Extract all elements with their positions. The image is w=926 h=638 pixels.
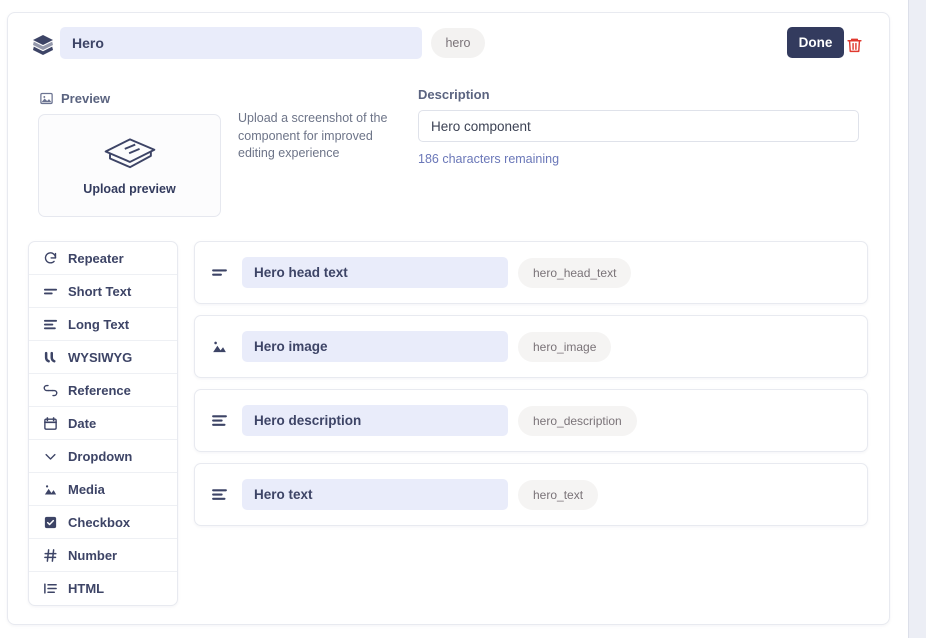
upload-help-text: Upload a screenshot of the component for… (238, 110, 406, 163)
preview-label-text: Preview (61, 91, 110, 106)
long-text-icon[interactable] (211, 486, 228, 503)
link-icon (43, 383, 58, 398)
field-type-item-date[interactable]: Date (29, 407, 177, 440)
field-slug-text: hero_head_text (533, 266, 616, 280)
field-row: hero_head_text (194, 241, 868, 304)
component-title-input[interactable] (60, 27, 422, 59)
field-type-item-wysiwyg[interactable]: WYSIWYG (29, 341, 177, 374)
repeat-icon (43, 251, 58, 266)
field-type-item-short-text[interactable]: Short Text (29, 275, 177, 308)
delete-component-button[interactable] (846, 35, 863, 55)
field-type-label: Reference (68, 383, 131, 398)
calendar-icon (43, 416, 58, 431)
field-row: hero_image (194, 315, 868, 378)
field-type-label: Repeater (68, 251, 124, 266)
short-text-icon[interactable] (211, 264, 228, 281)
field-type-label: Short Text (68, 284, 131, 299)
short-text-icon (43, 284, 58, 299)
chevron-down-icon (43, 449, 58, 464)
field-slug-tag: hero_description (518, 406, 637, 436)
field-name-input[interactable] (242, 479, 508, 510)
field-type-item-checkbox[interactable]: Checkbox (29, 506, 177, 539)
field-type-list: Repeater Short Text Long Text WYSIWYG Refere… (28, 241, 178, 606)
image-mountain-icon (43, 482, 58, 497)
description-input[interactable] (418, 110, 859, 142)
done-button[interactable]: Done (787, 27, 844, 58)
field-row: hero_text (194, 463, 868, 526)
field-slug-text: hero_description (533, 414, 622, 428)
field-slug-tag: hero_head_text (518, 258, 631, 288)
component-header: hero Done (8, 13, 891, 75)
app-root: hero Done (0, 0, 926, 638)
field-slug-tag: hero_text (518, 480, 598, 510)
right-panel-strip (908, 0, 926, 638)
field-type-label: WYSIWYG (68, 350, 132, 365)
field-row: hero_description (194, 389, 868, 452)
preview-label: Preview (39, 91, 110, 106)
image-mountain-icon[interactable] (211, 338, 228, 355)
field-name-input[interactable] (242, 405, 508, 436)
field-type-label: Long Text (68, 317, 129, 332)
trash-icon (846, 43, 863, 58)
upload-preview-dropzone[interactable]: Upload preview (38, 114, 221, 217)
field-type-item-media[interactable]: Media (29, 473, 177, 506)
component-slug-text: hero (445, 36, 470, 50)
image-icon (39, 91, 54, 106)
field-name-input[interactable] (242, 331, 508, 362)
field-type-item-number[interactable]: Number (29, 539, 177, 572)
upload-preview-label: Upload preview (83, 182, 175, 196)
field-type-label: Number (68, 548, 117, 563)
field-type-item-long-text[interactable]: Long Text (29, 308, 177, 341)
field-type-item-repeater[interactable]: Repeater (29, 242, 177, 275)
layers-icon (29, 33, 57, 57)
field-type-item-reference[interactable]: Reference (29, 374, 177, 407)
field-type-label: Date (68, 416, 96, 431)
quote-icon (43, 350, 58, 365)
field-type-label: HTML (68, 581, 104, 596)
hash-icon (43, 548, 58, 563)
field-type-item-html[interactable]: HTML (29, 572, 177, 605)
field-name-input[interactable] (242, 257, 508, 288)
long-text-icon[interactable] (211, 412, 228, 429)
field-type-label: Media (68, 482, 105, 497)
long-text-icon (43, 317, 58, 332)
fields-list: hero_head_text hero_image hero_description… (194, 241, 868, 537)
field-slug-tag: hero_image (518, 332, 611, 362)
layers-3d-icon (102, 135, 158, 175)
description-label: Description (418, 87, 490, 102)
field-type-item-dropdown[interactable]: Dropdown (29, 440, 177, 473)
list-icon (43, 581, 58, 596)
checkbox-checked-icon (43, 515, 58, 530)
component-slug-tag: hero (431, 28, 485, 58)
field-type-label: Checkbox (68, 515, 130, 530)
description-characters-remaining: 186 characters remaining (418, 152, 559, 166)
field-slug-text: hero_image (533, 340, 596, 354)
field-type-label: Dropdown (68, 449, 132, 464)
field-slug-text: hero_text (533, 488, 583, 502)
component-editor-card: hero Done (7, 12, 890, 625)
